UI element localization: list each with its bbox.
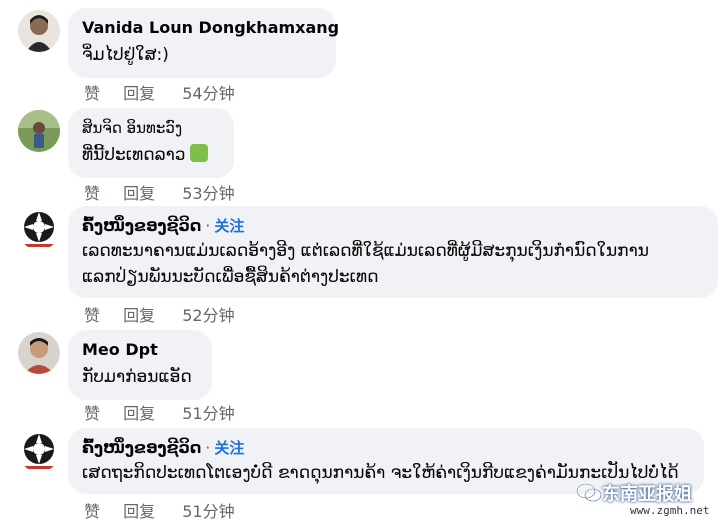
avatar[interactable] — [18, 332, 60, 374]
comment-actions: 赞 回复 52分钟 — [84, 302, 253, 326]
comment-actions: 赞 回复 53分钟 — [84, 180, 253, 204]
comment-author[interactable]: ຄົ້ງໜຶ່ງຂອງຊີວິດ — [82, 438, 201, 457]
comment-bubble: Vanida Loun Dongkhamxang ຈິ່ມໄປຢູ່ໃສ:) — [68, 8, 339, 78]
like-button[interactable]: 赞 — [84, 400, 100, 424]
comment-text: ຈິ່ມໄປຢູ່ໃສ:) — [82, 45, 169, 65]
comment-timestamp[interactable]: 54分钟 — [182, 80, 234, 104]
comment-text: ກັບມາກ່ອນແອັດ — [82, 367, 192, 387]
like-button[interactable]: 赞 — [84, 80, 100, 104]
avatar[interactable] — [18, 10, 60, 52]
comment-actions: 赞 回复 51分钟 — [84, 498, 253, 522]
comment-text: ທີ່ນີ້ປະເທດລາວ — [82, 142, 220, 168]
separator-dot: · — [205, 438, 211, 457]
person-shrugging-emoji-icon — [189, 144, 208, 162]
like-button[interactable]: 赞 — [84, 498, 100, 522]
watermark: 东南亚报姐 www.zgmh.net — [574, 478, 720, 522]
follow-button[interactable]: 关注 — [214, 439, 244, 457]
comment-author[interactable]: Meo Dpt — [82, 340, 198, 360]
watermark-url: www.zgmh.net — [630, 504, 710, 517]
reply-button[interactable]: 回复 — [123, 180, 155, 204]
watermark-title: 东南亚报姐 — [602, 484, 692, 505]
comment-bubble: ສິນຈິດ ອິນທະວົງ ທີ່ນີ້ປະເທດລາວ — [68, 108, 234, 178]
avatar[interactable] — [18, 430, 60, 472]
comment-actions: 赞 回复 54分钟 — [84, 80, 253, 104]
comment-text-line: ແລກປ່ຽນພັນນະບັດເພື່ອຊື້ສິນຄ້າຕ່າງປະເທດ — [82, 267, 379, 287]
comment-timestamp[interactable]: 52分钟 — [182, 302, 234, 326]
comment-bubble: Meo Dpt ກັບມາກ່ອນແອັດ — [68, 330, 212, 400]
reply-button[interactable]: 回复 — [123, 80, 155, 104]
comment-timestamp[interactable]: 53分钟 — [182, 180, 234, 204]
comment-author[interactable]: ສິນຈິດ ອິນທະວົງ — [82, 118, 220, 138]
comment-timestamp[interactable]: 51分钟 — [182, 498, 234, 522]
avatar[interactable] — [18, 208, 60, 250]
comment-author-row: ຄົ້ງໜຶ່ງຂອງຊີວິດ · 关注 — [82, 216, 704, 236]
comment-timestamp[interactable]: 51分钟 — [182, 400, 234, 424]
comment-text-line: ເລດທະນາຄານແມ່ນເລດອ້າງອີງ ແຕ່ເລດທີ່ໃຊ້ແມ່… — [82, 241, 649, 261]
reply-button[interactable]: 回复 — [123, 302, 155, 326]
comment-bubble: ຄົ້ງໜຶ່ງຂອງຊີວິດ · 关注 ເລດທະນາຄານແມ່ນເລດອ້າ… — [68, 206, 718, 298]
comment-author[interactable]: ຄົ້ງໜຶ່ງຂອງຊີວິດ — [82, 216, 201, 235]
like-button[interactable]: 赞 — [84, 180, 100, 204]
reply-button[interactable]: 回复 — [123, 400, 155, 424]
comment-author-row: ຄົ້ງໜຶ່ງຂອງຊີວິດ · 关注 — [82, 438, 690, 458]
separator-dot: · — [205, 216, 211, 235]
follow-button[interactable]: 关注 — [214, 217, 244, 235]
like-button[interactable]: 赞 — [84, 302, 100, 326]
avatar[interactable] — [18, 110, 60, 152]
reply-button[interactable]: 回复 — [123, 498, 155, 522]
comment-author[interactable]: Vanida Loun Dongkhamxang — [82, 18, 339, 38]
wechat-logo-icon — [576, 483, 602, 502]
comment-text-content: ທີ່ນີ້ປະເທດລາວ — [82, 145, 186, 165]
comment-actions: 赞 回复 51分钟 — [84, 400, 253, 424]
